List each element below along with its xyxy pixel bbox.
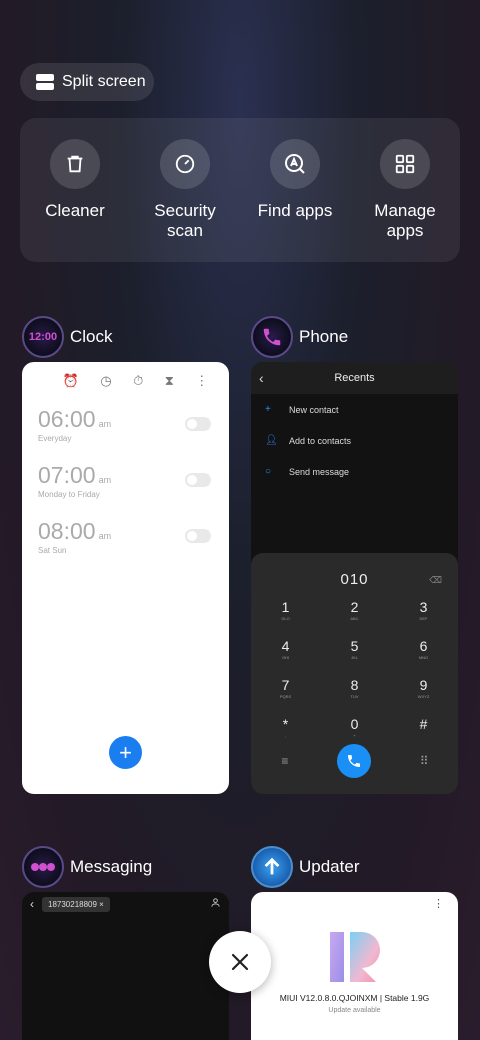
contact-icon — [210, 897, 221, 911]
quick-tools-panel: Cleaner Security scan Find apps Manage a… — [20, 118, 460, 262]
dial-key: 0 + — [350, 716, 359, 738]
alarm-toggle — [185, 417, 211, 431]
alarm-item: 06:00 am Everyday — [38, 406, 111, 443]
update-status: Update available — [328, 1007, 381, 1014]
dial-key: 2 ABC — [350, 599, 359, 621]
add-alarm-button: + — [109, 736, 142, 769]
manage-apps-label: Manage apps — [374, 201, 436, 240]
alarm-icon: ⏰ — [62, 373, 79, 388]
messaging-app-header[interactable]: Messaging — [22, 846, 152, 888]
split-screen-label: Split screen — [62, 73, 146, 90]
alarm-time: 07:00 — [38, 462, 96, 488]
speedometer-icon — [160, 139, 210, 189]
phone-app-name: Phone — [299, 327, 349, 346]
close-icon — [231, 953, 249, 971]
clock-app-preview[interactable]: ⏰ ◷ ⏱ ⧗ ⋮ 06:00 am Everyday 07:00 am Monda… — [22, 362, 229, 794]
clock-app-icon: 12:00 — [22, 316, 64, 358]
clock-tabs: ⏰ ◷ ⏱ ⧗ ⋮ — [22, 362, 229, 392]
menu-icon: ≡ — [281, 754, 289, 768]
send-message-item: ○ Send message — [251, 456, 458, 487]
messaging-app-icon — [22, 846, 64, 888]
back-icon: ‹ — [30, 897, 34, 911]
phone-top-bar: ‹ Recents — [251, 362, 458, 394]
miui-12-logo — [330, 932, 380, 982]
phone-app-icon — [251, 316, 293, 358]
find-apps-label: Find apps — [257, 201, 333, 220]
recipient-chip: 18730218809 × — [42, 896, 110, 912]
messaging-app-preview[interactable]: ‹ 18730218809 × — [22, 892, 229, 1040]
alarm-toggle — [185, 529, 211, 543]
dial-key: # — [419, 716, 428, 732]
more-icon: ⋮ — [433, 898, 444, 910]
split-screen-button[interactable]: Split screen — [20, 63, 154, 101]
add-to-contacts-label: Add to contacts — [289, 435, 352, 446]
alarm-ampm: am — [98, 531, 112, 541]
updater-app-icon — [251, 846, 293, 888]
security-scan-label: Security scan — [154, 201, 216, 240]
search-app-icon — [270, 139, 320, 189]
dial-key: 8 TUV — [350, 677, 359, 699]
updater-app-preview[interactable]: ⋮ MIUI V12.0.8.0.QJOINXM | Stable 1.9G U… — [251, 892, 458, 1040]
call-button — [337, 744, 372, 778]
dial-key: 9 WXYZ — [417, 677, 430, 699]
trash-icon — [50, 139, 100, 189]
phone-icon — [348, 755, 361, 767]
clock-app-name: Clock — [70, 327, 113, 346]
dial-key: 3 DEF — [419, 599, 428, 621]
add-to-contacts-item: 👤︎ Add to contacts — [251, 425, 458, 456]
phone-screen-title: Recents — [334, 372, 375, 384]
find-apps-button[interactable]: Find apps — [240, 118, 350, 262]
split-screen-icon — [36, 74, 54, 90]
clock-icon: ◷ — [100, 373, 112, 388]
clock-app-header[interactable]: 12:00 Clock — [22, 316, 113, 358]
phone-app-header[interactable]: Phone — [251, 316, 348, 358]
dialed-number: 010 — [340, 571, 369, 588]
alarm-time: 06:00 — [38, 406, 96, 432]
messaging-app-name: Messaging — [70, 857, 153, 876]
messaging-top-bar: ‹ 18730218809 × — [22, 892, 229, 916]
alarm-repeat: Everyday — [38, 434, 72, 443]
updater-app-header[interactable]: Updater — [251, 846, 359, 888]
alarm-repeat: Sat Sun — [38, 546, 67, 555]
cleaner-label: Cleaner — [45, 201, 105, 220]
security-scan-button[interactable]: Security scan — [130, 118, 240, 262]
recipient-number: 18730218809 — [48, 899, 97, 909]
backspace-icon: ⌫ — [429, 575, 442, 585]
updater-app-name: Updater — [299, 857, 360, 876]
update-version: MIUI V12.0.8.0.QJOINXM | Stable 1.9G — [279, 993, 430, 1003]
dial-key: 4 GHI — [281, 638, 290, 660]
alarm-ampm: am — [98, 475, 112, 485]
plus-icon: + — [265, 404, 271, 415]
more-icon: ⋮ — [195, 373, 209, 388]
dial-keys: 1 GLO 2 ABC 3 DEF 4 GHI 5 JKL 6 MNO 7 PQRS 8 TUV… — [251, 599, 458, 745]
person-icon: 👤︎ — [265, 435, 278, 446]
clear-all-button[interactable] — [209, 931, 271, 993]
phone-app-preview[interactable]: ‹ Recents + New contact 👤︎ Add to contacts… — [251, 362, 458, 794]
new-contact-item: + New contact — [251, 394, 458, 425]
alarm-repeat: Monday to Friday — [38, 490, 100, 499]
dial-key: 5 JKL — [350, 638, 359, 660]
dial-key: 7 PQRS — [279, 677, 292, 699]
manage-apps-button[interactable]: Manage apps — [350, 118, 460, 262]
timer-icon: ⧗ — [164, 373, 174, 388]
dial-bottom-bar: ≡ ⠿ — [251, 744, 458, 778]
dial-key: *, — [282, 716, 289, 738]
alarm-item: 07:00 am Monday to Friday — [38, 462, 111, 499]
dial-key: 6 MNO — [418, 638, 429, 660]
grid-icon — [380, 139, 430, 189]
alarm-item: 08:00 am Sat Sun — [38, 518, 111, 555]
keypad-icon: ⠿ — [419, 754, 429, 768]
message-icon: ○ — [265, 466, 272, 477]
stopwatch-icon: ⏱ — [133, 373, 144, 388]
back-icon: ‹ — [259, 370, 264, 386]
alarm-time: 08:00 — [38, 518, 96, 544]
alarm-ampm: am — [98, 419, 112, 429]
dial-key: 1 GLO — [281, 599, 290, 621]
dialpad: 010 ⌫ 1 GLO 2 ABC 3 DEF 4 GHI 5 JKL 6 MNO 7 PQR… — [251, 553, 458, 794]
cleaner-button[interactable]: Cleaner — [20, 118, 130, 262]
alarm-toggle — [185, 473, 211, 487]
send-message-label: Send message — [289, 466, 350, 477]
new-contact-label: New contact — [289, 404, 339, 415]
